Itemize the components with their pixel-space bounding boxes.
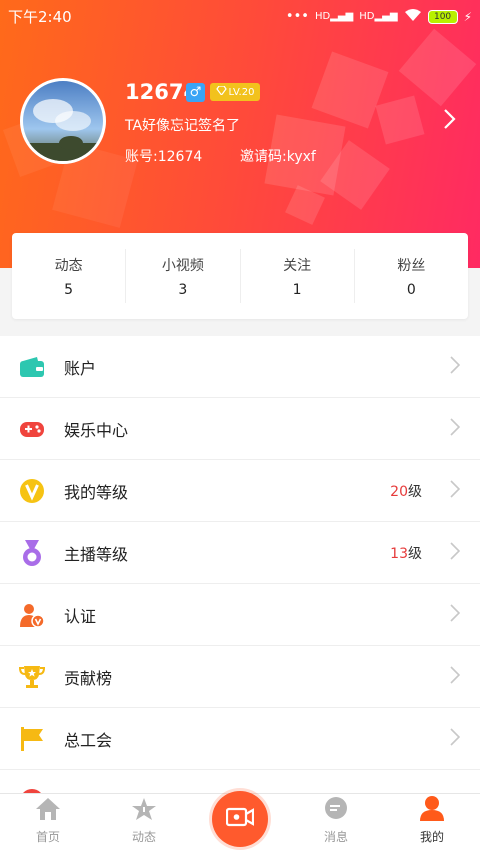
star-icon	[131, 797, 157, 825]
diamond-icon	[215, 85, 227, 98]
menu-item-union[interactable]: 总工会	[0, 708, 480, 770]
stat-label: 关注	[283, 257, 312, 274]
status-time: 下午2:40	[8, 8, 72, 26]
account-id: 账号:12674	[125, 149, 203, 165]
wallet-icon	[18, 353, 46, 381]
anchor-level-value: 13级	[390, 545, 422, 562]
tab-messages[interactable]: 消息	[288, 794, 384, 853]
stat-fans[interactable]: 粉丝 0	[355, 249, 468, 303]
stat-label: 粉丝	[397, 257, 426, 274]
stat-value: 3	[178, 281, 188, 298]
invite-code: 邀请码:kyxf	[240, 149, 316, 165]
gamepad-icon	[18, 415, 46, 443]
signal-icon: HD▂▄▆	[359, 11, 398, 22]
vip-icon	[18, 477, 46, 505]
menu-item-account[interactable]: 账户	[0, 336, 480, 398]
menu-label: 贡献榜	[64, 668, 113, 688]
male-icon: ♂	[186, 83, 205, 102]
menu-item-entertainment[interactable]: 娱乐中心	[0, 398, 480, 460]
tab-dynamics[interactable]: 动态	[96, 794, 192, 853]
verified-user-icon	[18, 601, 46, 629]
status-icons: ••• HD▂▄▆ HD▂▄▆ 100 ⚡	[286, 7, 472, 26]
menu-item-my-level[interactable]: 我的等级 20级	[0, 460, 480, 522]
profile-detail-arrow[interactable]	[442, 108, 456, 136]
menu-label: 我的等级	[64, 482, 129, 502]
tab-home[interactable]: 首页	[0, 794, 96, 853]
status-bar: 下午2:40 ••• HD▂▄▆ HD▂▄▆ 100 ⚡	[0, 0, 480, 30]
tab-label: 我的	[419, 830, 444, 844]
avatar[interactable]	[20, 78, 106, 164]
chevron-right-icon	[450, 665, 461, 689]
stats-card: 动态 5 小视频 3 关注 1 粉丝 0	[12, 233, 468, 319]
tab-label: 动态	[131, 830, 156, 844]
stat-short-videos[interactable]: 小视频 3	[126, 249, 241, 303]
menu-label: 账户	[64, 358, 97, 378]
menu-item-verification[interactable]: 认证	[0, 584, 480, 646]
level-badge: LV.20	[210, 83, 260, 101]
level-label: LV.20	[228, 86, 255, 98]
wifi-icon	[404, 7, 422, 26]
home-icon	[35, 797, 61, 825]
menu-list: 账户 娱乐中心 我的等级 20级 主播等级 13级 认证 贡献榜 总工会	[0, 336, 480, 832]
stat-dynamics[interactable]: 动态 5	[12, 249, 127, 303]
menu-label: 认证	[64, 606, 97, 626]
chevron-right-icon	[450, 417, 461, 441]
level-value: 20级	[390, 483, 422, 500]
stat-value: 1	[292, 281, 302, 298]
dots-icon: •••	[285, 9, 309, 24]
menu-label: 娱乐中心	[64, 420, 129, 440]
menu-item-anchor-level[interactable]: 主播等级 13级	[0, 522, 480, 584]
menu-label: 主播等级	[64, 544, 129, 564]
chevron-right-icon	[450, 355, 461, 379]
chevron-right-icon	[450, 603, 461, 627]
signal-icon: HD▂▄▆	[314, 11, 354, 22]
stat-following[interactable]: 关注 1	[241, 249, 355, 303]
tab-label: 消息	[323, 830, 348, 844]
trophy-icon	[18, 663, 46, 691]
medal-icon	[18, 539, 46, 567]
stat-label: 小视频	[161, 257, 204, 274]
person-icon	[419, 795, 445, 825]
chevron-right-icon	[450, 541, 461, 565]
battery-icon: 100	[427, 9, 458, 24]
charging-icon: ⚡	[463, 9, 472, 24]
stat-value: 5	[64, 281, 74, 298]
message-icon	[323, 797, 349, 825]
stat-label: 动态	[54, 257, 83, 274]
tab-mine[interactable]: 我的	[384, 794, 480, 853]
record-video-button[interactable]	[212, 791, 268, 847]
video-record-icon	[225, 806, 255, 832]
stat-value: 0	[406, 281, 416, 298]
chevron-right-icon	[450, 727, 461, 751]
signature: TA好像忘记签名了	[125, 118, 241, 134]
tab-label: 首页	[35, 830, 60, 844]
chevron-right-icon	[450, 479, 461, 503]
flag-icon	[18, 725, 46, 753]
menu-label: 总工会	[64, 730, 113, 750]
menu-item-contribution[interactable]: 贡献榜	[0, 646, 480, 708]
